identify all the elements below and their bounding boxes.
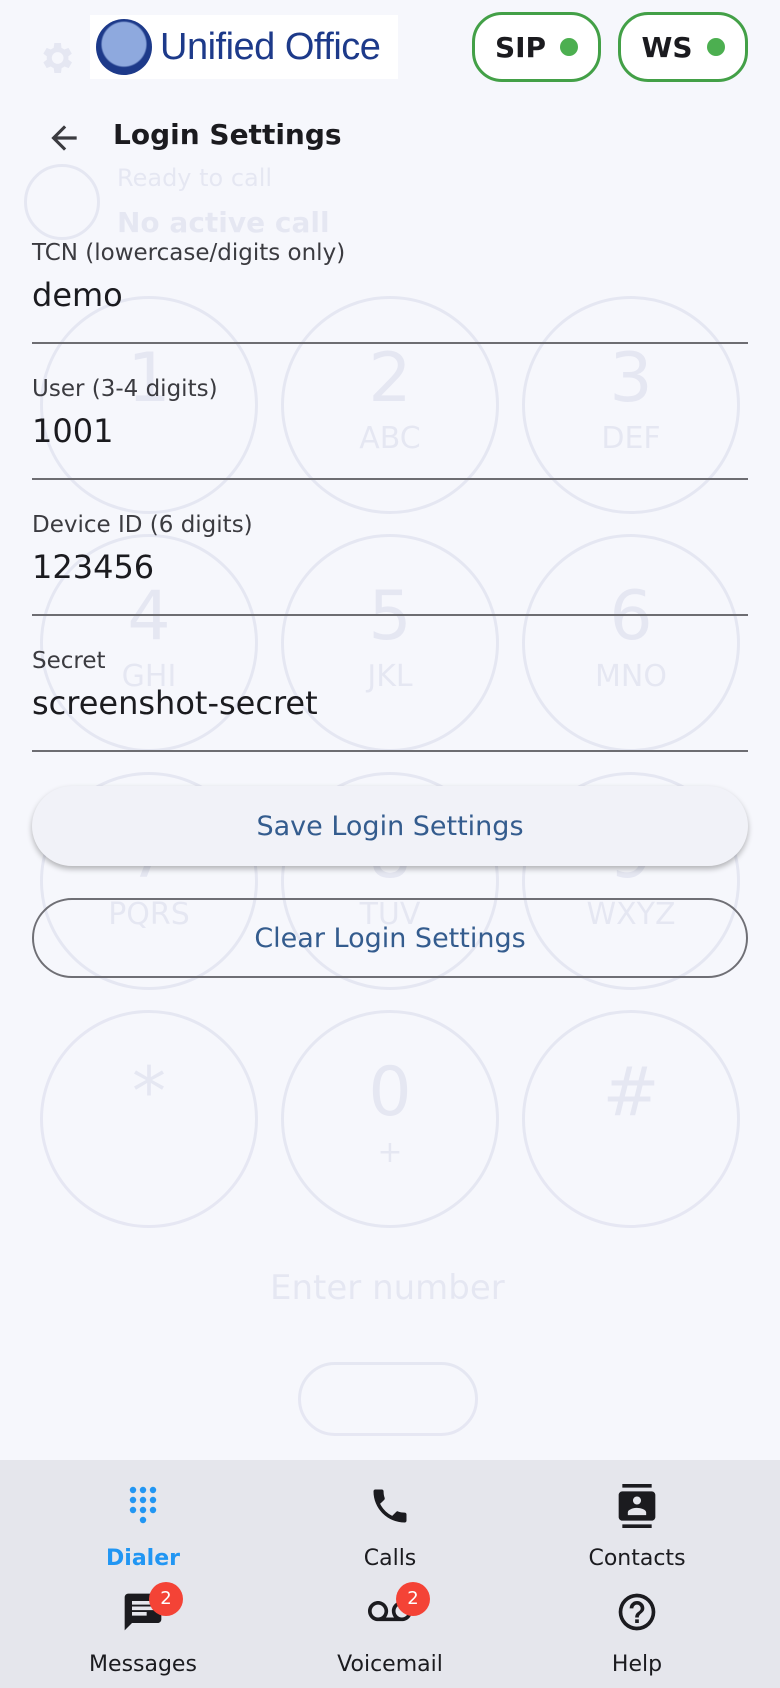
messages-badge: 2 xyxy=(149,1582,183,1616)
nav-dialer-label: Dialer xyxy=(106,1546,180,1571)
sip-status-chip[interactable]: SIP xyxy=(472,12,601,82)
secret-input[interactable] xyxy=(32,678,748,728)
nav-contacts-label: Contacts xyxy=(588,1546,686,1571)
page-title: Login Settings xyxy=(113,118,342,151)
user-label: User (3-4 digits) xyxy=(32,376,218,402)
unified-office-logo: Unified Office xyxy=(90,15,398,79)
save-login-settings-button[interactable]: Save Login Settings xyxy=(32,786,748,866)
nav-help[interactable]: Help xyxy=(537,1590,737,1688)
number-input-placeholder: Enter number xyxy=(270,1268,505,1308)
logo-text: Unified Office xyxy=(160,25,381,68)
device-id-input[interactable] xyxy=(32,542,748,592)
back-button[interactable] xyxy=(40,112,88,164)
nav-messages-label: Messages xyxy=(89,1652,197,1677)
tcn-field: TCN (lowercase/digits only) xyxy=(32,240,748,344)
nav-voicemail-label: Voicemail xyxy=(337,1652,443,1677)
help-icon xyxy=(618,1593,656,1631)
key-star: * xyxy=(40,1010,258,1228)
nav-dialer[interactable]: Dialer xyxy=(43,1484,243,1584)
arrow-back-icon xyxy=(51,125,77,151)
bottom-navigation: Dialer Calls Contacts 2 Messages 2 Voice… xyxy=(0,1460,780,1688)
key-0: 0 + xyxy=(281,1010,499,1228)
key-hash: # xyxy=(522,1010,740,1228)
device-id-field: Device ID (6 digits) xyxy=(32,512,748,616)
call-button xyxy=(298,1362,478,1436)
ws-chip-label: WS xyxy=(641,30,693,64)
voicemail-badge: 2 xyxy=(396,1582,430,1616)
ws-status-chip[interactable]: WS xyxy=(618,12,748,82)
logo-mark xyxy=(96,19,152,75)
secret-field: Secret xyxy=(32,648,748,752)
nav-contacts[interactable]: Contacts xyxy=(537,1484,737,1584)
sip-chip-label: SIP xyxy=(494,30,547,64)
contacts-icon xyxy=(618,1484,656,1528)
ws-status-dot xyxy=(706,38,725,56)
avatar xyxy=(24,164,100,240)
user-field: User (3-4 digits) xyxy=(32,376,748,480)
nav-help-label: Help xyxy=(611,1652,663,1677)
secret-label: Secret xyxy=(32,648,106,674)
device-id-label: Device ID (6 digits) xyxy=(32,512,253,538)
status-ready: Ready to call xyxy=(117,164,273,192)
clear-login-settings-button[interactable]: Clear Login Settings xyxy=(32,898,748,978)
phone-icon xyxy=(373,1489,407,1523)
user-input[interactable] xyxy=(32,406,748,456)
status-call: No active call xyxy=(117,206,330,239)
nav-voicemail[interactable]: 2 Voicemail xyxy=(290,1582,490,1688)
nav-messages[interactable]: 2 Messages xyxy=(43,1582,243,1688)
tcn-input[interactable] xyxy=(32,270,748,320)
nav-calls[interactable]: Calls xyxy=(290,1484,490,1584)
dialpad-icon xyxy=(129,1486,157,1524)
sip-status-dot xyxy=(560,38,579,56)
gear-icon xyxy=(43,43,72,73)
tcn-label: TCN (lowercase/digits only) xyxy=(32,240,346,266)
nav-calls-label: Calls xyxy=(363,1546,417,1571)
